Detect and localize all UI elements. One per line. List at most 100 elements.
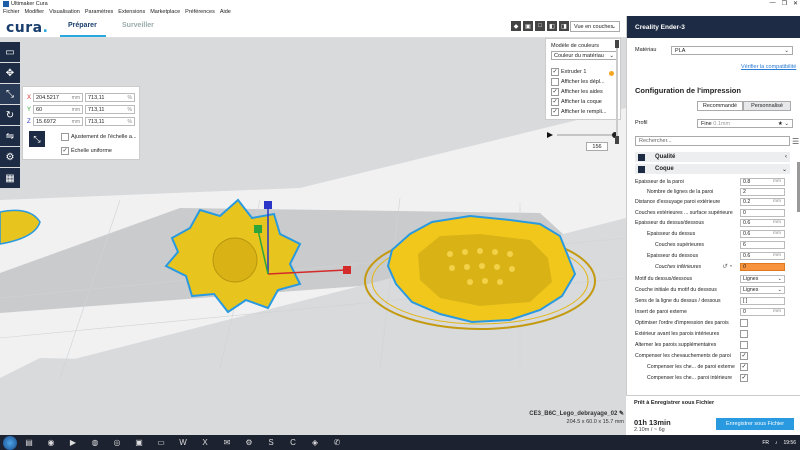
settings-icon[interactable]: ⚙: [239, 436, 259, 449]
word-icon[interactable]: W: [173, 436, 193, 449]
maximize-button[interactable]: ❐: [782, 0, 787, 7]
menu-view[interactable]: Visualisation: [49, 9, 80, 15]
minimize-button[interactable]: —: [770, 0, 776, 7]
media-icon[interactable]: ▶: [63, 436, 83, 449]
scale-tool-button[interactable]: ⤡: [0, 84, 20, 104]
color-scheme-dropdown[interactable]: Couleur du matériau ⌄: [551, 51, 617, 60]
menu-file[interactable]: Fichier: [3, 9, 20, 15]
setting-compensate-inner: Compenser les che... paroi intérieure ✓: [647, 373, 748, 382]
app-icon[interactable]: ▣: [129, 436, 149, 449]
open-file-button[interactable]: ▭: [0, 42, 20, 62]
clock[interactable]: 19:56: [783, 440, 796, 446]
view-left-icon[interactable]: ◧: [547, 21, 557, 31]
menu-extensions[interactable]: Extensions: [118, 9, 145, 15]
recommended-mode-button[interactable]: Recommandé: [697, 101, 743, 111]
mail-icon[interactable]: ✉: [217, 436, 237, 449]
alternate-extra-wall-checkbox[interactable]: [740, 340, 748, 349]
print-time: 01h 13min: [634, 418, 671, 427]
save-to-file-button[interactable]: Enregistrer sous Fichier: [716, 418, 794, 430]
uniform-scaling-checkbox[interactable]: ✓ Échelle uniforme: [61, 147, 112, 155]
per-model-settings-button[interactable]: ⚙: [0, 147, 20, 167]
auto-drop-checkbox[interactable]: Ajustement de l'échelle a...: [61, 133, 137, 141]
browser-icon[interactable]: ◉: [41, 436, 61, 449]
compensate-overlaps-checkbox[interactable]: ✓: [740, 351, 748, 360]
move-tool-button[interactable]: ✥: [0, 63, 20, 83]
volume-icon[interactable]: ♪: [775, 440, 778, 446]
category-shell[interactable]: Coque ⌄: [635, 164, 790, 174]
view-3d-icon[interactable]: ◆: [511, 21, 521, 31]
tab-prepare[interactable]: Préparer: [68, 22, 97, 29]
view-type-dropdown[interactable]: Vue en couches ⌄: [570, 21, 620, 32]
setting-outer-wall-inset: Insert de paroi externe 0 mm: [635, 307, 790, 316]
initial-bottom-pattern-dropdown[interactable]: Lignes ⌄: [740, 285, 785, 294]
custom-mode-button[interactable]: Personnalisé: [743, 101, 791, 111]
tab-monitor[interactable]: Surveiller: [122, 22, 154, 29]
show-helpers[interactable]: ✓ Afficher les aides: [551, 88, 603, 96]
category-quality[interactable]: Qualité ‹: [635, 152, 790, 162]
scale-y-mm-input[interactable]: 60 mm: [33, 105, 83, 114]
line-directions-input[interactable]: [ ]: [740, 296, 785, 305]
optimize-wall-order-checkbox[interactable]: [740, 318, 748, 327]
edit-name-icon[interactable]: ✎: [619, 411, 624, 417]
explorer-icon[interactable]: ▤: [19, 436, 39, 449]
layer-slider[interactable]: [545, 130, 621, 140]
uniform-scaling-checkbox-box[interactable]: ✓: [61, 147, 69, 155]
menu-marketplace[interactable]: Marketplace: [150, 9, 180, 15]
bottom-thickness-input[interactable]: 0.6 mm: [740, 251, 785, 260]
material-dropdown[interactable]: PLA ⌄: [671, 46, 793, 55]
reset-undo-icon[interactable]: ↺ ◔: [722, 263, 732, 270]
scale-z-mm-input[interactable]: 15.6972 mm: [33, 117, 83, 126]
wall-line-count-input[interactable]: 2: [740, 187, 785, 196]
menu-help[interactable]: Aide: [220, 9, 231, 15]
mirror-tool-button[interactable]: ⇋: [0, 126, 20, 146]
current-layer-input[interactable]: 156: [586, 142, 608, 151]
close-button[interactable]: ✕: [793, 0, 798, 7]
scale-y-percent-input[interactable]: 713,11%: [85, 105, 135, 114]
outer-wall-inset-input[interactable]: 0 mm: [740, 307, 785, 316]
show-infill[interactable]: ✓ Afficher le rempli...: [551, 108, 606, 116]
reset-scale-icon[interactable]: ⤡: [29, 131, 45, 147]
cura-taskbar-icon[interactable]: C: [283, 436, 303, 449]
printer-selector[interactable]: Creality Ender-3: [627, 16, 800, 38]
top-layers-input[interactable]: 6: [740, 240, 785, 249]
excel-icon[interactable]: X: [195, 436, 215, 449]
view-top-icon[interactable]: □: [535, 21, 545, 31]
settings-visibility-gear-icon[interactable]: ☰: [792, 137, 799, 146]
network-icon[interactable]: ◈: [305, 436, 325, 449]
menu-edit[interactable]: Modifier: [25, 9, 45, 15]
profile-dropdown[interactable]: Fine 0.1mm ★ ⌄: [697, 119, 793, 128]
check-compatibility-link[interactable]: Vérifier la compatibilité: [741, 64, 796, 70]
top-bottom-thickness-input[interactable]: 0.6 mm: [740, 218, 785, 227]
skype-icon[interactable]: S: [261, 436, 281, 449]
top-bottom-pattern-dropdown[interactable]: Lignes ⌄: [740, 274, 785, 283]
scale-x-mm-input[interactable]: 204.5217 mm: [33, 93, 83, 102]
auto-drop-checkbox-box[interactable]: [61, 133, 69, 141]
start-button[interactable]: [3, 435, 17, 450]
scale-z-percent-input[interactable]: 713,11%: [85, 117, 135, 126]
top-thickness-input[interactable]: 0.6 mm: [740, 229, 785, 238]
support-blocker-button[interactable]: ▦: [0, 168, 20, 188]
language-indicator[interactable]: FR: [762, 440, 769, 446]
folder-icon[interactable]: ▭: [151, 436, 171, 449]
view-right-icon[interactable]: ◨: [559, 21, 569, 31]
compensate-inner-checkbox[interactable]: ✓: [740, 373, 748, 382]
outer-before-inner-checkbox[interactable]: [740, 329, 748, 338]
view-front-icon[interactable]: ▣: [523, 21, 533, 31]
outer-wall-wipe-input[interactable]: 0.2 mm: [740, 197, 785, 206]
show-travels[interactable]: Afficher les dépl...: [551, 78, 605, 86]
bottom-layers-input[interactable]: 0: [740, 262, 785, 271]
layer-range-slider[interactable]: [612, 38, 622, 146]
menu-settings[interactable]: Paramètres: [85, 9, 113, 15]
firefox-icon[interactable]: ◍: [85, 436, 105, 449]
scale-x-percent-input[interactable]: 713,11%: [85, 93, 135, 102]
chrome-icon[interactable]: ◎: [107, 436, 127, 449]
top-surface-layers-input[interactable]: 0: [740, 208, 785, 217]
show-shell[interactable]: ✓ Afficher la coque: [551, 98, 602, 106]
chat-icon[interactable]: ✆: [327, 436, 347, 449]
compensate-outer-checkbox[interactable]: ✓: [740, 362, 748, 371]
settings-search-input[interactable]: Rechercher...: [635, 136, 790, 146]
wall-thickness-input[interactable]: 0.8 mm: [740, 177, 785, 186]
menu-preferences[interactable]: Préférences: [185, 9, 215, 15]
rotate-tool-button[interactable]: ↻: [0, 105, 20, 125]
show-extruder-1[interactable]: ✓ Extruder 1: [551, 68, 586, 76]
